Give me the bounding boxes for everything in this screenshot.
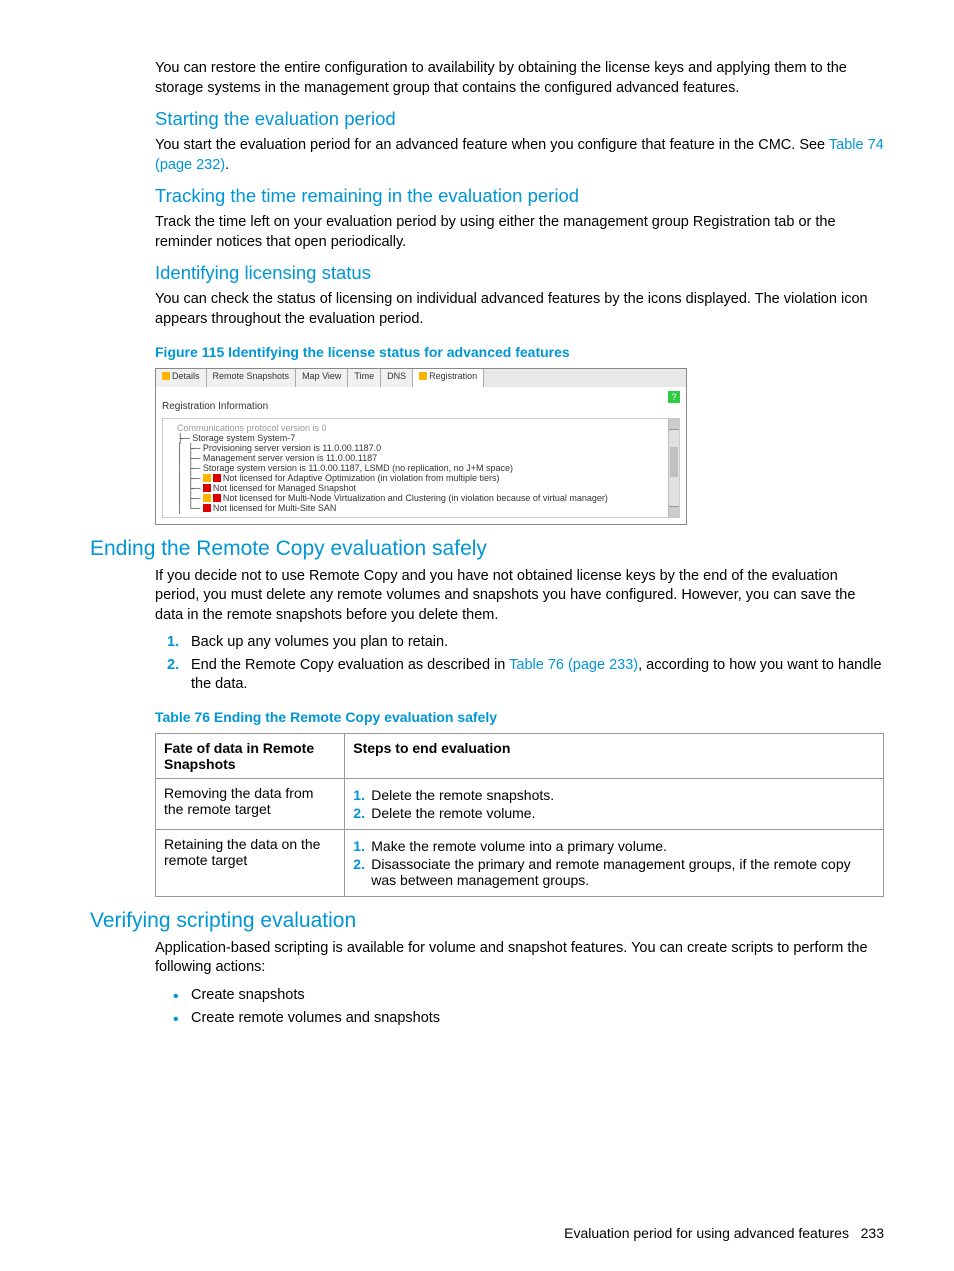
tree-text: Storage system version is 11.0.00.1187, … [203,463,513,473]
table-cell: Make the remote volume into a primary vo… [345,829,884,896]
scroll-thumb[interactable] [670,447,678,477]
tree-line: │ └─ Not licensed for Multi-Site SAN [177,503,675,513]
tree-text: Provisioning server version is 11.0.00.1… [203,443,381,453]
tree-text: Not licensed for Multi-Node Virtualizati… [223,493,608,503]
tab-registration-label: Registration [429,371,477,381]
help-icon[interactable]: ? [668,391,680,403]
table-cell: Removing the data from the remote target [156,778,345,829]
heading-identifying: Identifying licensing status [155,262,884,284]
registration-info-title: Registration Information [162,401,686,412]
warning-icon [162,372,170,380]
ending-paragraph: If you decide not to use Remote Copy and… [155,567,884,626]
tab-registration[interactable]: Registration [413,369,484,387]
identifying-paragraph: You can check the status of licensing on… [155,290,884,329]
tracking-paragraph: Track the time left on your evaluation p… [155,213,884,252]
page-footer: Evaluation period for using advanced fea… [564,1225,884,1241]
figure115-caption: Figure 115 Identifying the license statu… [155,344,884,360]
table-step: Delete the remote volume. [371,805,875,821]
tree-line: │ ├─ Not licensed for Managed Snapshot [177,483,675,493]
warning-icon [203,474,211,482]
tree-line: Communications protocol version is 0 [177,423,675,433]
intro-paragraph: You can restore the entire configuration… [155,59,884,98]
table-row: Removing the data from the remote target… [156,778,884,829]
scrollbar[interactable] [668,419,679,517]
tree-text: Not licensed for Managed Snapshot [213,483,356,493]
table-cell: Retaining the data on the remote target [156,829,345,896]
bullet-item: Create snapshots [191,986,884,1006]
tree-line: │ ├─ Not licensed for Multi-Node Virtual… [177,493,675,503]
figure-tabs: Details Remote Snapshots Map View Time D… [156,369,686,387]
error-icon [203,504,211,512]
starting-paragraph: You start the evaluation period for an a… [155,136,884,175]
table-step: Delete the remote snapshots. [371,787,875,803]
tree-line: │ ├─ Provisioning server version is 11.0… [177,443,675,453]
error-icon [203,484,211,492]
verifying-bullets: Create snapshots Create remote volumes a… [155,986,884,1028]
ending-steps-list: Back up any volumes you plan to retain. … [155,633,884,695]
registration-tree-panel: Communications protocol version is 0 ├─ … [162,418,680,518]
error-icon [213,474,221,482]
tree-text: Management server version is 11.0.00.118… [203,453,377,463]
table-row: Retaining the data on the remote target … [156,829,884,896]
footer-page-number: 233 [861,1225,884,1241]
tab-map-view[interactable]: Map View [296,369,348,387]
table-cell: Delete the remote snapshots. Delete the … [345,778,884,829]
table76-caption: Table 76 Ending the Remote Copy evaluati… [155,709,884,725]
tree-line: │ ├─ Not licensed for Adaptive Optimizat… [177,473,675,483]
heading-verifying: Verifying scripting evaluation [90,909,884,933]
heading-ending: Ending the Remote Copy evaluation safely [90,537,884,561]
tab-time[interactable]: Time [348,369,381,387]
tree-text: Not licensed for Adaptive Optimization (… [223,473,500,483]
heading-starting: Starting the evaluation period [155,108,884,130]
figure115-image: Details Remote Snapshots Map View Time D… [155,368,687,525]
scroll-down-arrow[interactable] [669,506,679,517]
tree-text: Storage system System-7 [192,433,295,443]
footer-title: Evaluation period for using advanced fea… [564,1225,849,1241]
verifying-paragraph: Application-based scripting is available… [155,939,884,978]
warning-icon [203,494,211,502]
tab-details[interactable]: Details [156,369,207,387]
error-icon [213,494,221,502]
tree-line: │ ├─ Management server version is 11.0.0… [177,453,675,463]
tab-remote-snapshots[interactable]: Remote Snapshots [207,369,297,387]
heading-tracking: Tracking the time remaining in the evalu… [155,185,884,207]
table-step: Make the remote volume into a primary vo… [371,838,875,854]
list-item: Back up any volumes you plan to retain. [191,633,884,653]
starting-text-after: . [225,157,229,173]
tree-text: Not licensed for Multi-Site SAN [213,503,337,513]
table-header: Fate of data in Remote Snapshots [156,733,345,778]
table76: Fate of data in Remote Snapshots Steps t… [155,733,884,897]
tab-details-label: Details [172,371,200,381]
table-header-row: Fate of data in Remote Snapshots Steps t… [156,733,884,778]
warning-icon [419,372,427,380]
table-header: Steps to end evaluation [345,733,884,778]
bullet-item: Create remote volumes and snapshots [191,1009,884,1029]
table-step: Disassociate the primary and remote mana… [371,856,875,888]
list-text: End the Remote Copy evaluation as descri… [191,657,509,673]
tab-dns[interactable]: DNS [381,369,413,387]
table76-link[interactable]: Table 76 (page 233) [509,657,638,673]
scroll-up-arrow[interactable] [669,419,679,430]
starting-text: You start the evaluation period for an a… [155,137,829,153]
list-item: End the Remote Copy evaluation as descri… [191,656,884,695]
tree-line: │ ├─ Storage system version is 11.0.00.1… [177,463,675,473]
tree-line: ├─ Storage system System-7 [177,433,675,443]
